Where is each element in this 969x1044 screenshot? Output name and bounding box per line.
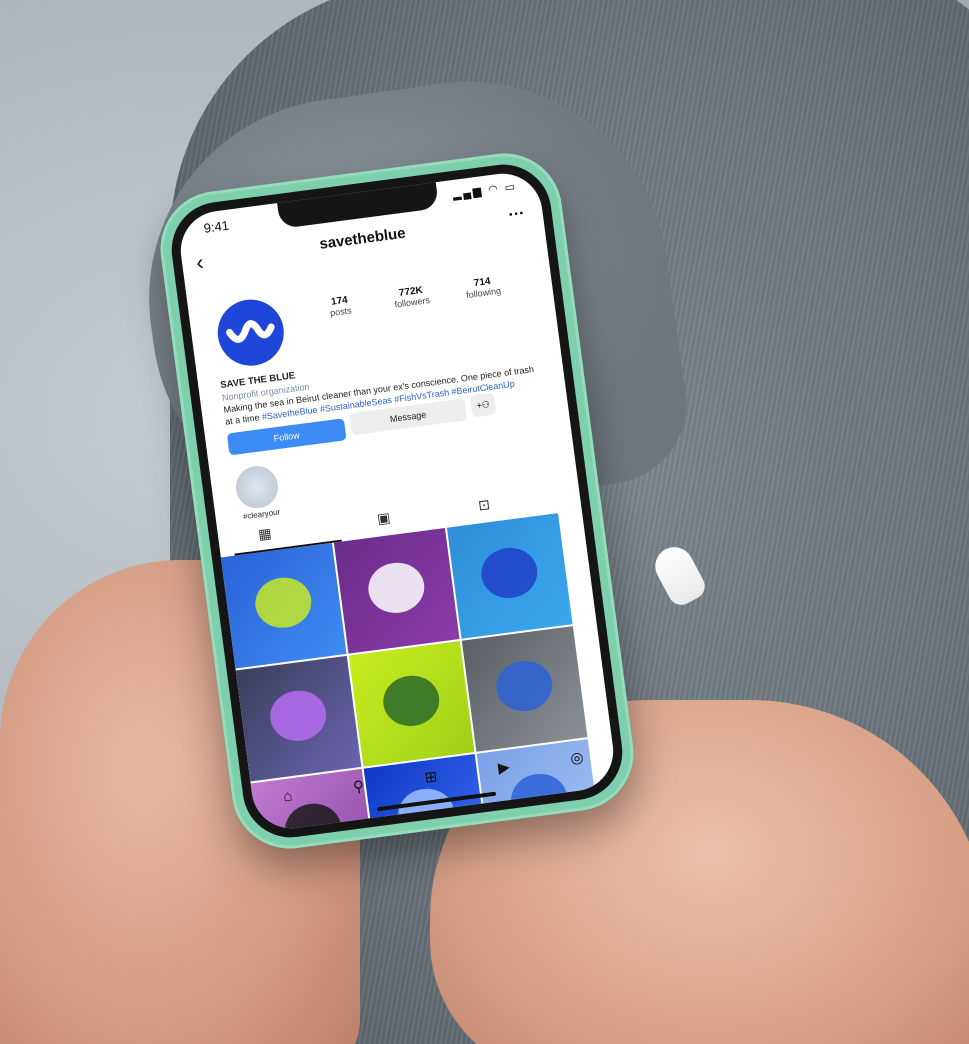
search-icon[interactable]: ⚲ [352, 777, 365, 796]
home-icon[interactable]: ⌂ [282, 787, 293, 805]
post-graphic [478, 544, 541, 602]
more-options-icon[interactable]: ··· [508, 205, 526, 225]
grid-icon[interactable]: ▦ [257, 525, 272, 544]
profile-icon[interactable]: ◎ [569, 748, 584, 768]
photo-background: 9:41 ▂▄▆ ◠ ▭ ‹ savetheblue ··· 174 posts [0, 0, 969, 1044]
post-thumbnail[interactable] [461, 626, 588, 752]
story-highlight-label: #clearyour [242, 507, 281, 522]
reels-icon[interactable]: ▣ [376, 509, 391, 528]
status-icons: ▂▄▆ ◠ ▭ [451, 180, 518, 202]
reels-nav-icon[interactable]: ▶ [497, 758, 511, 777]
post-graphic [365, 559, 428, 617]
post-graphic [267, 687, 330, 745]
story-highlight[interactable] [233, 463, 281, 511]
post-thumbnail[interactable] [348, 640, 475, 767]
post-graphic [380, 672, 443, 730]
post-graphic [252, 574, 315, 632]
avatar[interactable] [213, 295, 288, 370]
create-icon[interactable]: ⊞ [424, 767, 439, 786]
post-thumbnail[interactable] [446, 513, 573, 639]
profile-stats: 174 posts 772K followers 714 following [304, 272, 519, 321]
status-time: 9:41 [202, 217, 230, 236]
add-person-icon[interactable]: +⚇ [469, 392, 497, 418]
stat-following[interactable]: 714 following [447, 272, 519, 302]
stat-posts[interactable]: 174 posts [304, 291, 376, 321]
post-thumbnail[interactable] [333, 527, 460, 654]
post-thumbnail[interactable] [235, 655, 362, 782]
post-graphic [493, 657, 556, 715]
phone: 9:41 ▂▄▆ ◠ ▭ ‹ savetheblue ··· 174 posts [153, 146, 641, 856]
logo-wave-icon [226, 320, 275, 343]
post-thumbnail[interactable] [220, 542, 347, 669]
stat-followers[interactable]: 772K followers [375, 282, 447, 312]
tagged-icon[interactable]: ⊡ [477, 496, 491, 514]
